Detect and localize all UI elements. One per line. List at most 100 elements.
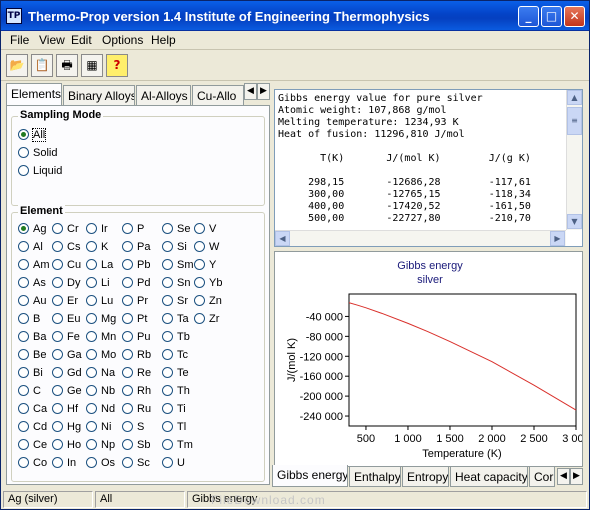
scroll-down-icon[interactable]: ▼	[567, 214, 582, 229]
element-radio-mg[interactable]: Mg	[86, 313, 116, 327]
element-radio-te[interactable]: Te	[162, 367, 189, 381]
element-radio-co[interactable]: Co	[18, 457, 47, 471]
element-radio-eu[interactable]: Eu	[52, 313, 80, 327]
element-radio-se[interactable]: Se	[162, 223, 190, 237]
element-radio-v[interactable]: V	[194, 223, 216, 237]
element-radio-cd[interactable]: Cd	[18, 421, 47, 435]
close-button[interactable]: ✕	[564, 6, 585, 27]
element-radio-mn[interactable]: Mn	[86, 331, 116, 345]
copy-icon[interactable]: 📋	[31, 54, 53, 77]
maximize-button[interactable]: □	[541, 6, 562, 27]
element-radio-pu[interactable]: Pu	[122, 331, 150, 345]
element-radio-cr[interactable]: Cr	[52, 223, 79, 237]
element-radio-nd[interactable]: Nd	[86, 403, 115, 417]
element-radio-yb[interactable]: Yb	[194, 277, 222, 291]
element-radio-hg[interactable]: Hg	[52, 421, 81, 435]
element-radio-p[interactable]: P	[122, 223, 144, 237]
element-radio-au[interactable]: Au	[18, 295, 46, 309]
tab-scroll-left-icon[interactable]: ◀	[244, 83, 257, 100]
element-radio-li[interactable]: Li	[86, 277, 110, 291]
element-radio-sb[interactable]: Sb	[122, 439, 150, 453]
element-radio-zn[interactable]: Zn	[194, 295, 222, 309]
element-radio-ru[interactable]: Ru	[122, 403, 151, 417]
tab-enthalpy[interactable]: Enthalpy	[349, 467, 401, 487]
calculator-icon[interactable]: ▦	[81, 54, 103, 77]
element-radio-sc[interactable]: Sc	[122, 457, 150, 471]
element-radio-si[interactable]: Si	[162, 241, 187, 255]
element-radio-in[interactable]: In	[52, 457, 76, 471]
element-radio-s[interactable]: S	[122, 421, 144, 435]
element-radio-y[interactable]: Y	[194, 259, 216, 273]
tab-scroll-right-icon[interactable]: ▶	[257, 83, 270, 100]
tab-cor[interactable]: Cor	[529, 467, 555, 487]
sampling-liquid-radio[interactable]: Liquid	[18, 165, 62, 179]
element-radio-rh[interactable]: Rh	[122, 385, 151, 399]
title-bar[interactable]: TP Thermo-Prop version 1.4 Institute of …	[1, 1, 589, 31]
element-radio-tb[interactable]: Tb	[162, 331, 190, 345]
element-radio-cs[interactable]: Cs	[52, 241, 80, 255]
element-radio-al[interactable]: Al	[18, 241, 43, 255]
element-radio-pr[interactable]: Pr	[122, 295, 148, 309]
element-radio-tc[interactable]: Tc	[162, 349, 188, 363]
element-radio-ti[interactable]: Ti	[162, 403, 186, 417]
horizontal-scrollbar[interactable]: ◀ ▶	[275, 230, 566, 246]
menu-options[interactable]: Options	[102, 33, 143, 47]
element-radio-lu[interactable]: Lu	[86, 295, 113, 309]
element-radio-ge[interactable]: Ge	[52, 385, 82, 399]
element-radio-ag[interactable]: Ag	[18, 223, 46, 237]
element-radio-pa[interactable]: Pa	[122, 241, 150, 255]
tab-cu-alloys[interactable]: Cu-Allo	[192, 85, 244, 105]
element-radio-re[interactable]: Re	[122, 367, 151, 381]
element-radio-ho[interactable]: Ho	[52, 439, 81, 453]
element-radio-np[interactable]: Np	[86, 439, 115, 453]
element-radio-pd[interactable]: Pd	[122, 277, 150, 291]
element-radio-gd[interactable]: Gd	[52, 367, 82, 381]
sampling-solid-radio[interactable]: Solid	[18, 147, 57, 161]
tab-entropy[interactable]: Entropy	[402, 467, 449, 487]
print-icon[interactable]: 🖶	[56, 54, 78, 77]
menu-view[interactable]: View	[39, 33, 65, 47]
element-radio-cu[interactable]: Cu	[52, 259, 81, 273]
scroll-thumb[interactable]: ≡	[567, 107, 582, 135]
element-radio-k[interactable]: K	[86, 241, 108, 255]
open-icon[interactable]: 📂	[6, 54, 28, 77]
element-radio-hf[interactable]: Hf	[52, 403, 78, 417]
element-radio-as[interactable]: As	[18, 277, 46, 291]
sampling-all-radio[interactable]: All	[18, 128, 47, 143]
element-radio-be[interactable]: Be	[18, 349, 46, 363]
help-icon[interactable]: ?	[106, 54, 128, 77]
element-radio-dy[interactable]: Dy	[52, 277, 80, 291]
tab-al-alloys[interactable]: Al-Alloys	[136, 85, 191, 105]
element-radio-rb[interactable]: Rb	[122, 349, 151, 363]
vertical-scrollbar[interactable]: ▲ ≡ ▼	[566, 90, 582, 230]
element-radio-pb[interactable]: Pb	[122, 259, 150, 273]
element-radio-pt[interactable]: Pt	[122, 313, 147, 327]
element-radio-os[interactable]: Os	[86, 457, 115, 471]
element-radio-sn[interactable]: Sn	[162, 277, 190, 291]
element-radio-mo[interactable]: Mo	[86, 349, 116, 363]
element-radio-fe[interactable]: Fe	[52, 331, 80, 345]
scroll-up-icon[interactable]: ▲	[567, 90, 582, 105]
tab-binary-alloys[interactable]: Binary Alloys	[63, 85, 135, 105]
tab-heat-capacity[interactable]: Heat capacity	[450, 467, 528, 487]
element-radio-er[interactable]: Er	[52, 295, 78, 309]
element-radio-ga[interactable]: Ga	[52, 349, 82, 363]
minimize-button[interactable]: _	[518, 6, 539, 27]
menu-file[interactable]: File	[10, 33, 29, 47]
element-radio-b[interactable]: B	[18, 313, 40, 327]
element-radio-sr[interactable]: Sr	[162, 295, 188, 309]
right-tab-scroll-right-icon[interactable]: ▶	[570, 468, 583, 485]
menu-edit[interactable]: Edit	[71, 33, 92, 47]
tab-gibbs-energy[interactable]: Gibbs energy	[272, 465, 348, 487]
element-radio-bi[interactable]: Bi	[18, 367, 43, 381]
element-radio-ta[interactable]: Ta	[162, 313, 189, 327]
element-radio-ba[interactable]: Ba	[18, 331, 46, 345]
element-radio-u[interactable]: U	[162, 457, 185, 471]
menu-help[interactable]: Help	[151, 33, 176, 47]
right-tab-scroll-left-icon[interactable]: ◀	[557, 468, 570, 485]
element-radio-ca[interactable]: Ca	[18, 403, 47, 417]
element-radio-ce[interactable]: Ce	[18, 439, 47, 453]
element-radio-ir[interactable]: Ir	[86, 223, 108, 237]
element-radio-am[interactable]: Am	[18, 259, 50, 273]
element-radio-w[interactable]: W	[194, 241, 219, 255]
